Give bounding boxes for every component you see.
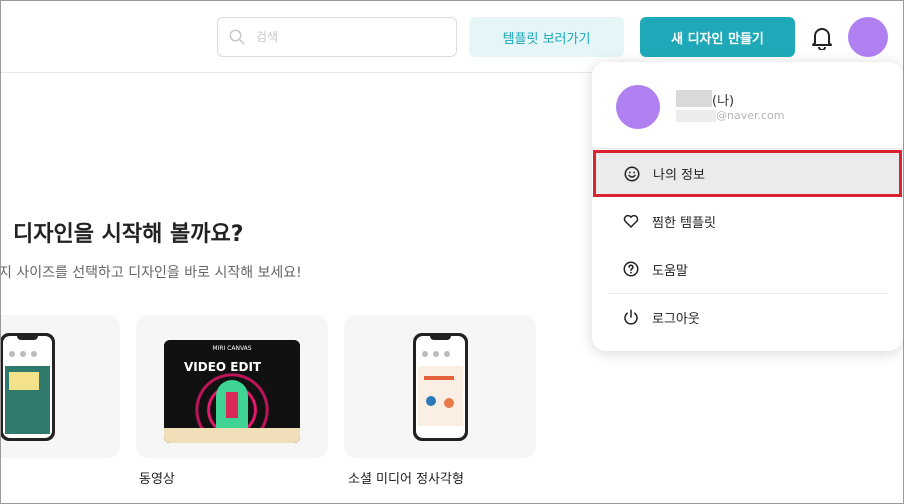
user-avatar-button[interactable] [848, 17, 888, 57]
search-icon [229, 29, 245, 45]
divider [592, 148, 903, 149]
page-subheading: 지 사이즈를 선택하고 디자인을 바로 시작해 보세요! [0, 265, 302, 281]
phone-mockup [0, 333, 55, 441]
power-icon [624, 309, 638, 325]
menu-item-label: 나의 정보 [653, 168, 705, 183]
design-size-card-video[interactable]: MIRI CANVAS VIDEO EDIT [136, 315, 328, 458]
menu-item-label: 도움말 [652, 263, 688, 279]
menu-item-label: 로그아웃 [652, 311, 700, 327]
user-email-domain: @naver.com [716, 109, 785, 122]
video-thumbnail: MIRI CANVAS VIDEO EDIT [164, 340, 300, 443]
help-icon [623, 261, 639, 277]
page-heading: 디자인을 시작해 볼까요? [13, 222, 244, 247]
menu-item-logout[interactable]: 로그아웃 [592, 295, 903, 339]
user-name-suffix: (나) [712, 94, 735, 109]
video-badge: MIRI CANVAS [212, 345, 252, 352]
user-name-redacted [676, 90, 712, 107]
smile-icon [624, 166, 640, 181]
card-label-social-square: 소셜 미디어 정사각형 [348, 472, 464, 487]
user-email-redacted [676, 110, 716, 122]
search-box[interactable] [217, 17, 457, 57]
notification-button[interactable] [808, 24, 836, 52]
bell-icon [812, 28, 832, 50]
video-title: VIDEO EDIT [184, 360, 262, 374]
card-label-video: 동영상 [139, 472, 175, 487]
heart-icon [623, 214, 639, 228]
browse-templates-button[interactable]: 템플릿 보러가기 [469, 17, 624, 57]
divider [608, 293, 887, 294]
menu-item-help[interactable]: 도움말 [592, 247, 903, 291]
design-size-card-social-square[interactable] [344, 315, 536, 458]
menu-item-my-info[interactable]: 나의 정보 [593, 150, 902, 197]
search-input[interactable] [256, 30, 446, 44]
new-design-button[interactable]: 새 디자인 만들기 [640, 17, 795, 57]
phone-mockup [413, 333, 468, 441]
user-dropdown-menu: (나) @naver.com 나의 정보 찜한 템플릿 도움말 로그아웃 [592, 62, 903, 351]
dropdown-avatar [616, 85, 660, 129]
menu-item-liked-templates[interactable]: 찜한 템플릿 [592, 199, 903, 243]
design-size-card[interactable] [0, 315, 120, 458]
menu-item-label: 찜한 템플릿 [652, 215, 716, 231]
